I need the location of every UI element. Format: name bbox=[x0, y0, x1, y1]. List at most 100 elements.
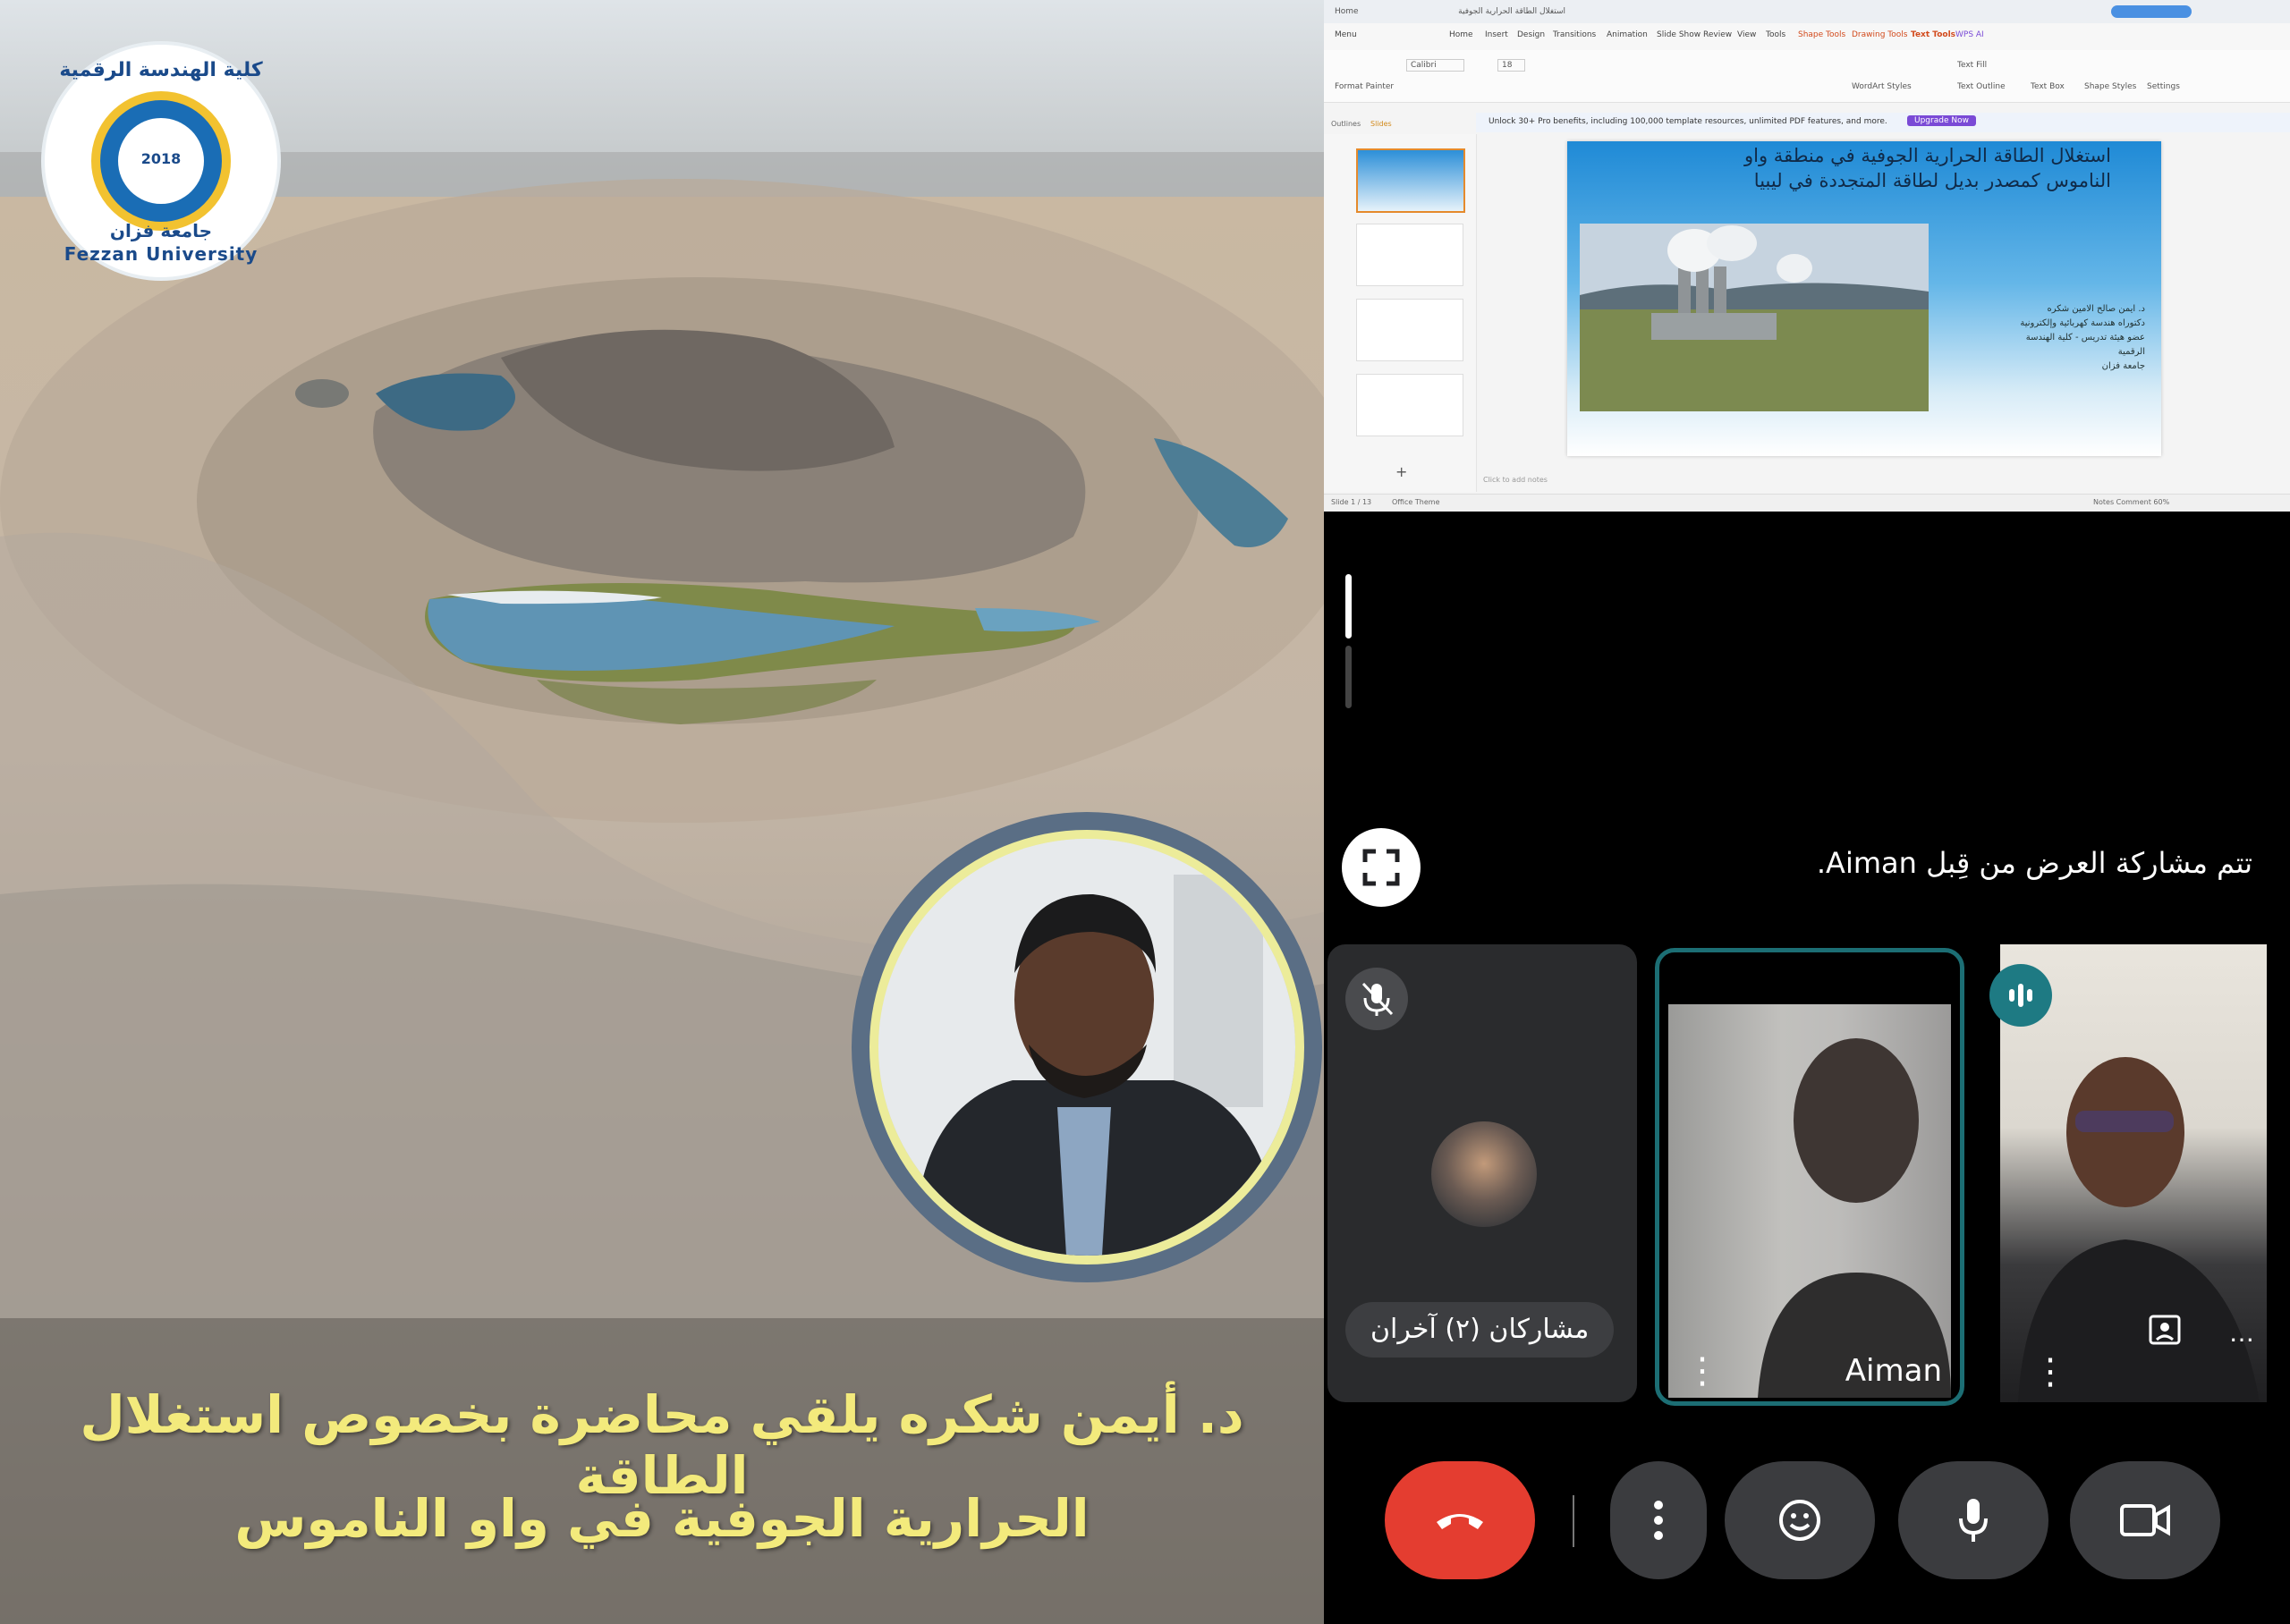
document-tab[interactable]: استغلال الطاقة الحرارية الجوفية bbox=[1404, 4, 1565, 20]
ribbon-item[interactable]: Format Painter bbox=[1335, 82, 1394, 91]
scroll-indicator[interactable] bbox=[1345, 574, 1352, 639]
ribbon-item[interactable]: Text Fill bbox=[1957, 61, 1987, 70]
microphone-button[interactable] bbox=[1898, 1461, 2048, 1579]
plant-illustration bbox=[1580, 224, 1929, 411]
more-options-button[interactable] bbox=[1610, 1461, 1707, 1579]
slide-thumbnails: + bbox=[1324, 134, 1477, 492]
more-horiz-icon[interactable]: … bbox=[2229, 1318, 2254, 1348]
participant-avatar bbox=[1431, 1121, 1537, 1227]
poster-panel: كلية الهندسة الرقمية 2018 جامعة فزان Fez… bbox=[0, 0, 1324, 1624]
font-size-select[interactable]: 18 bbox=[1497, 59, 1526, 72]
menu-item[interactable]: Transitions bbox=[1553, 30, 1596, 39]
participant-name: Aiman bbox=[1845, 1353, 1942, 1389]
slide-thumbnail[interactable] bbox=[1356, 299, 1463, 361]
ribbon-item[interactable]: Settings bbox=[2147, 82, 2180, 91]
person-frame-icon bbox=[2149, 1315, 2181, 1345]
slide-thumbnail[interactable] bbox=[1356, 224, 1463, 286]
menu-item[interactable]: Tools bbox=[1766, 30, 1785, 39]
speaker-photo bbox=[878, 839, 1295, 1256]
slide-thumbnail[interactable] bbox=[1356, 374, 1463, 436]
presentation-share-notice: تتم مشاركة العرض من قِبل Aiman. bbox=[1816, 846, 2252, 880]
home-tab[interactable]: Home bbox=[1335, 4, 1359, 20]
menu-item[interactable]: View bbox=[1737, 30, 1756, 39]
scroll-indicator-track bbox=[1345, 646, 1352, 708]
theme-name: Office Theme bbox=[1392, 498, 1440, 506]
emoji-icon bbox=[1779, 1500, 1820, 1541]
presenter-line: د. ايمن صالح الامين شكره bbox=[2047, 304, 2145, 314]
aiman-video-feed bbox=[1668, 1004, 1951, 1398]
menu-item[interactable]: Animation bbox=[1607, 30, 1648, 39]
presenter-info: د. ايمن صالح الامين شكره دكتوراه هندسة ك… bbox=[2020, 302, 2145, 374]
more-vert-icon[interactable]: ⋮ bbox=[1684, 1353, 1720, 1389]
menu-item[interactable]: Insert bbox=[1485, 30, 1508, 39]
participant-tile-speaking[interactable]: ⋮ … bbox=[1982, 944, 2285, 1402]
participant-silhouette bbox=[1758, 1038, 1951, 1398]
video-meeting-panel: Home استغلال الطاقة الحرارية الجوفية Men… bbox=[1324, 0, 2290, 1624]
add-slide-icon[interactable]: + bbox=[1395, 463, 1407, 480]
menu-item[interactable]: Shape Tools bbox=[1798, 30, 1845, 39]
menu-item[interactable]: Review bbox=[1703, 30, 1732, 39]
menu-item[interactable]: Design bbox=[1517, 30, 1545, 39]
speaking-indicator bbox=[1989, 964, 2052, 1027]
presenter-line: جامعة فزان bbox=[2101, 361, 2145, 371]
presenter-line: دكتوراه هندسة كهربائية وإلكترونية bbox=[2020, 318, 2145, 328]
audio-level-icon bbox=[2009, 984, 2032, 1007]
headline-line-2: الحرارية الجوفية في واو الناموس bbox=[234, 1488, 1090, 1549]
upgrade-button[interactable]: Upgrade Now bbox=[1907, 115, 1976, 126]
headline-caption: د. أيمن شكره يلقي محاضرة بخصوص استغلال ا… bbox=[0, 1318, 1324, 1624]
muted-indicator bbox=[1345, 968, 1408, 1030]
panel-tabs: Outlines Slides bbox=[1324, 116, 1476, 132]
fullscreen-icon bbox=[1362, 849, 1400, 886]
ribbon-item[interactable]: WordArt Styles bbox=[1852, 82, 1912, 91]
presenter-line: عضو هيئة تدريس - كلية الهندسة الرقمية bbox=[2025, 333, 2145, 357]
menu-bar: Menu Home Insert Design Transitions Anim… bbox=[1324, 23, 2290, 51]
menu-item[interactable]: Slide Show bbox=[1657, 30, 1701, 39]
reactions-button[interactable] bbox=[1725, 1461, 1875, 1579]
speaker-silhouette bbox=[878, 839, 1295, 1256]
menu-item[interactable]: Menu bbox=[1335, 30, 1357, 39]
fullscreen-button[interactable] bbox=[1342, 828, 1421, 907]
menu-item[interactable]: WPS AI bbox=[1955, 30, 1984, 39]
speaker-portrait bbox=[852, 812, 1322, 1282]
status-controls[interactable]: Notes Comment 60% bbox=[2093, 498, 2169, 506]
logo-year: 2018 bbox=[140, 150, 182, 167]
end-call-button[interactable] bbox=[1385, 1461, 1535, 1579]
slide-canvas[interactable]: استغلال الطاقة الحرارية الجوفية في منطقة… bbox=[1567, 141, 2161, 456]
controls-divider bbox=[1573, 1495, 1574, 1547]
ribbon-toolbar: Format Painter Calibri 18 WordArt Styles… bbox=[1324, 50, 2290, 103]
microphone-icon bbox=[1959, 1499, 1988, 1542]
ribbon-item[interactable]: Text Box bbox=[2031, 82, 2065, 91]
editor-status-bar: Slide 1 / 13 Office Theme Notes Comment … bbox=[1324, 494, 2290, 512]
participant-tile-aiman[interactable]: ⋮ Aiman bbox=[1655, 948, 1964, 1406]
font-family-select[interactable]: Calibri bbox=[1406, 59, 1464, 72]
ribbon-item[interactable]: Text Outline bbox=[1957, 82, 2006, 91]
browser-tab-bar: Home استغلال الطاقة الحرارية الجوفية bbox=[1324, 0, 2290, 23]
pin-participant-button[interactable] bbox=[2143, 1307, 2188, 1352]
logo-arabic-top: كلية الهندسة الرقمية bbox=[59, 59, 263, 81]
menu-item[interactable]: Drawing Tools bbox=[1852, 30, 1907, 39]
camera-button[interactable] bbox=[2070, 1461, 2220, 1579]
outlines-tab[interactable]: Outlines bbox=[1331, 120, 1361, 128]
geothermal-plant-image bbox=[1580, 224, 1929, 411]
shared-screen[interactable]: Home استغلال الطاقة الحرارية الجوفية Men… bbox=[1324, 0, 2290, 512]
mic-off-icon bbox=[1361, 982, 1394, 1016]
banner-text: Unlock 30+ Pro benefits, including 100,0… bbox=[1488, 117, 1887, 126]
other-participants-tile[interactable]: مشاركان (٢) آخران bbox=[1327, 944, 1637, 1402]
logo-english: Fezzan University bbox=[64, 243, 259, 265]
more-vert-icon[interactable]: ⋮ bbox=[2032, 1354, 2068, 1390]
slide-title-line-2: الناموس كمصدر بديل لطاقة المتجددة في ليب… bbox=[1753, 170, 2111, 191]
more-vert-icon bbox=[1654, 1501, 1663, 1540]
slides-tab[interactable]: Slides bbox=[1370, 120, 1392, 128]
notes-placeholder[interactable]: Click to add notes bbox=[1483, 476, 1548, 484]
upgrade-pill[interactable] bbox=[2111, 5, 2192, 18]
ribbon-item[interactable]: Shape Styles bbox=[2084, 82, 2136, 91]
other-participants-count[interactable]: مشاركان (٢) آخران bbox=[1345, 1302, 1615, 1358]
menu-item[interactable]: Home bbox=[1449, 30, 1473, 39]
end-call-icon bbox=[1437, 1514, 1483, 1529]
slide-thumbnail[interactable] bbox=[1356, 148, 1465, 213]
video-camera-icon bbox=[2120, 1504, 2170, 1536]
fezzan-university-logo: كلية الهندسة الرقمية 2018 جامعة فزان Fez… bbox=[45, 45, 277, 277]
menu-item[interactable]: Text Tools bbox=[1911, 30, 1955, 39]
upgrade-banner: Unlock 30+ Pro benefits, including 100,0… bbox=[1476, 113, 2290, 132]
call-controls bbox=[1370, 1420, 2290, 1624]
